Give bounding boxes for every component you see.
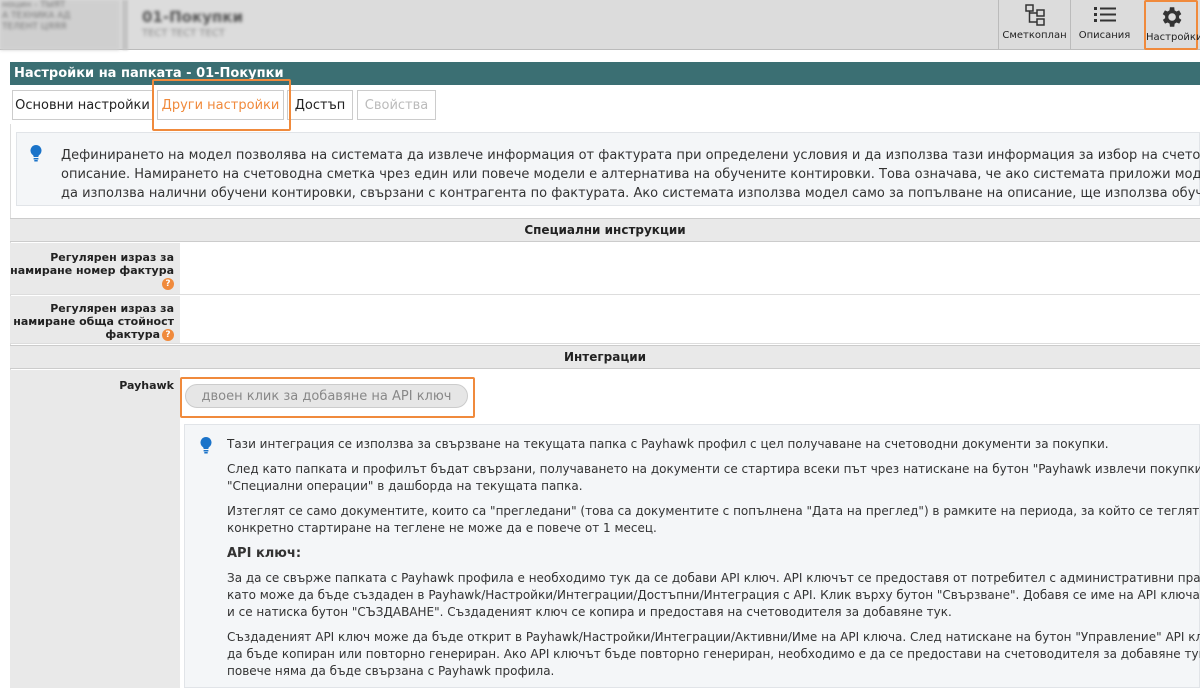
- payhawk-info-text: Тази интеграция се използва за свързване…: [227, 436, 1200, 688]
- account-plan-label: Сметкоплан: [1002, 30, 1067, 41]
- help-icon[interactable]: ?: [162, 329, 174, 341]
- blurred-text: А ТЕХНИКА АД: [2, 11, 71, 21]
- blurred-text: ноцин - ТЫЯТ: [2, 0, 66, 10]
- info-line: повече няма да бъде свързана с Payhawk п…: [227, 664, 555, 678]
- folder-subtitle: ТЕСТ ТЕСТ ТЕСТ: [142, 28, 225, 39]
- settings-button[interactable]: Настройки: [1144, 0, 1200, 50]
- model-info-box: Дефинирането на модел позволява на систе…: [16, 132, 1200, 206]
- blurred-folder-title: 01-Покупки ТЕСТ ТЕСТ ТЕСТ: [142, 8, 243, 39]
- blurred-folder-list: ноцин - ТЫЯТ А ТЕХНИКА АД ТЕЛЕНТ ЦЯЯЯ: [0, 0, 120, 50]
- info-line: да бъде копиран или повторно генериран. …: [227, 647, 1200, 661]
- tab-basic-settings[interactable]: Основни настройки: [12, 90, 153, 120]
- model-info-text: Дефинирането на модел позволява на систе…: [61, 146, 1200, 203]
- info-line: За да се свърже папката с Payhawk профил…: [227, 571, 1200, 585]
- regex-invoice-number-row: Регулярен израз за намиране номер фактур…: [10, 243, 1200, 295]
- descriptions-button[interactable]: Описания: [1070, 0, 1138, 50]
- blurred-divider: [122, 0, 128, 50]
- blurred-text: ТЕЛЕНТ ЦЯЯЯ: [2, 22, 67, 32]
- payhawk-label: Payhawk: [10, 370, 180, 688]
- folder-title: 01-Покупки: [142, 8, 243, 26]
- lightbulb-icon: [199, 436, 213, 458]
- info-line: Изтеглят се само документите, които са "…: [227, 504, 1200, 518]
- info-paragraph: Тази интеграция се използва за свързване…: [227, 437, 1109, 451]
- info-line: и се натиска бутон "СЪЗДАВАНЕ". Създаден…: [227, 605, 952, 619]
- info-line: Създаденият API ключ може да бъде открит…: [227, 630, 1200, 644]
- help-icon[interactable]: ?: [162, 278, 174, 290]
- label-line: фактура: [105, 328, 160, 341]
- model-info-line: описание. Намирането на счетоводна сметк…: [61, 167, 1200, 182]
- descriptions-label: Описания: [1078, 30, 1131, 41]
- info-line: След като папката и профилът бъдат свърз…: [227, 462, 1200, 476]
- settings-label: Настройки: [1146, 32, 1200, 43]
- model-info-line: да използва налични обучени контировки, …: [61, 186, 1200, 201]
- list-icon: [1071, 0, 1138, 30]
- regex-invoice-number-label: Регулярен израз за намиране номер фактур…: [10, 243, 180, 294]
- regex-invoice-total-field[interactable]: [182, 296, 1200, 343]
- label-line: Регулярен израз за: [50, 251, 174, 264]
- regex-invoice-total-row: Регулярен израз за намиране обща стойнос…: [10, 296, 1200, 344]
- info-line: конкретно стартиране на теглене не може …: [227, 521, 657, 535]
- model-info-line: Дефинирането на модел позволява на систе…: [61, 148, 1200, 163]
- top-toolbar: ноцин - ТЫЯТ А ТЕХНИКА АД ТЕЛЕНТ ЦЯЯЯ 01…: [0, 0, 1200, 50]
- regex-invoice-total-label: Регулярен израз за намиране обща стойнос…: [10, 296, 180, 343]
- info-line: като може да бъде създаден в Payhawk/Нас…: [227, 588, 1200, 602]
- info-line: "Специални операции" в дашборда на текущ…: [227, 479, 583, 493]
- regex-invoice-number-field[interactable]: [182, 243, 1200, 294]
- label-line: намиране обща стойност: [13, 315, 174, 328]
- payhawk-info-box: Тази интеграция се използва за свързване…: [184, 424, 1200, 688]
- account-plan-button[interactable]: Сметкоплан: [998, 0, 1070, 50]
- tab-access[interactable]: Достъп: [287, 90, 353, 120]
- gear-icon: [1146, 2, 1196, 32]
- lightbulb-icon: [29, 144, 43, 166]
- api-key-heading: API ключ:: [227, 546, 302, 561]
- account-plan-icon: [999, 0, 1070, 30]
- special-instructions-header: Специални инструкции: [10, 218, 1200, 242]
- api-input-highlight-frame: [180, 377, 475, 418]
- integrations-header: Интеграции: [10, 345, 1200, 369]
- label-line: намиране номер фактура: [10, 264, 174, 277]
- tab-properties: Свойства: [357, 90, 436, 120]
- label-line: Регулярен израз за: [50, 302, 174, 315]
